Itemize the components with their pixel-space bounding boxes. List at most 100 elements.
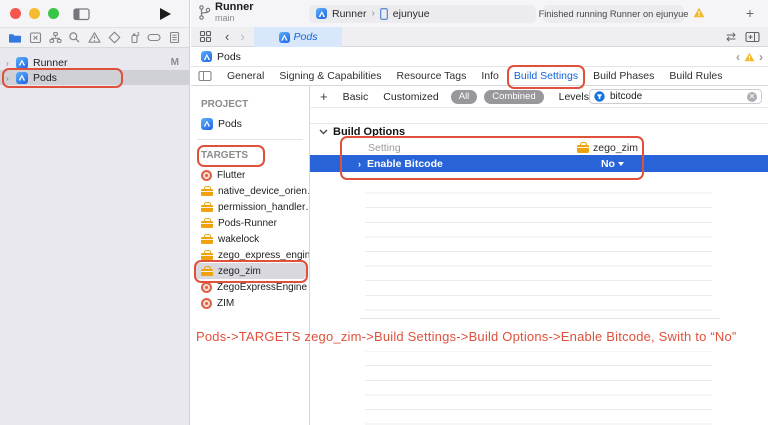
source-control-navigator-icon[interactable]	[29, 31, 42, 44]
add-setting-button[interactable]: +	[320, 89, 328, 104]
search-input[interactable]: bitcode	[610, 91, 747, 102]
target-label: zego_zim	[218, 266, 261, 277]
scheme-device-label[interactable]: ejunyue	[393, 8, 430, 20]
target-label: wakelock	[218, 234, 259, 245]
framework-icon	[201, 282, 212, 293]
test-navigator-icon[interactable]	[108, 31, 121, 44]
project-navigator-list: › Runner M › Pods	[0, 48, 189, 85]
add-editor-icon[interactable]	[745, 31, 760, 43]
chevron-down-icon[interactable]	[319, 129, 328, 135]
close-window-button[interactable]	[10, 8, 21, 19]
zoom-window-button[interactable]	[48, 8, 59, 19]
target-row-flutter[interactable]: Flutter	[191, 167, 309, 183]
target-row-zego-express-engine[interactable]: zego_express_engine	[191, 247, 309, 263]
activity-status: Finished running Runner on ejunyue	[543, 5, 684, 23]
toolbox-icon	[201, 237, 213, 245]
minimize-window-button[interactable]	[29, 8, 40, 19]
next-issue-button[interactable]: ›	[759, 50, 763, 64]
setting-name: Enable Bitcode	[367, 158, 443, 170]
target-label: ZegoExpressEngine	[217, 282, 307, 293]
target-row-pods-runner[interactable]: Pods-Runner	[191, 215, 309, 231]
setting-row-enable-bitcode[interactable]: › Enable Bitcode No	[310, 155, 768, 172]
settings-column-header: Setting zego_zim	[310, 140, 768, 155]
filter-customized[interactable]: Customized	[383, 91, 438, 103]
filter-all[interactable]: All	[451, 90, 478, 104]
tab-signing-capabilities[interactable]: Signing & Capabilities	[279, 70, 381, 82]
tab-label: Build Settings	[514, 70, 578, 82]
tab-app-icon	[279, 32, 290, 43]
source-control-status-badge: M	[171, 57, 179, 68]
go-forward-button[interactable]: ›	[240, 30, 244, 43]
filter-combined[interactable]: Combined	[484, 90, 543, 104]
clear-search-icon[interactable]: ✕	[747, 92, 757, 102]
tab-build-settings[interactable]: Build Settings	[514, 70, 578, 82]
warning-icon[interactable]	[693, 7, 705, 18]
navigator-row-label: Runner	[33, 57, 67, 69]
search-filter-icon[interactable]	[594, 91, 605, 102]
adjust-editor-options-icon[interactable]: ⇄	[726, 30, 736, 44]
target-row-zim[interactable]: ZIM	[191, 295, 309, 311]
scheme-app-icon	[316, 8, 327, 19]
project-targets-pane: PROJECT Pods TARGETS Flutter native_devi…	[191, 86, 310, 425]
targets-header-label: TARGETS	[201, 150, 248, 161]
warning-icon[interactable]	[744, 52, 755, 62]
breakpoint-navigator-icon[interactable]	[147, 31, 161, 44]
symbol-navigator-icon[interactable]	[49, 31, 62, 44]
filter-levels[interactable]: Levels	[559, 91, 589, 103]
settings-tab-strip: General Signing & Capabilities Resource …	[191, 67, 768, 86]
branch-indicator[interactable]: Runner main	[198, 2, 254, 23]
run-button[interactable]	[160, 8, 171, 20]
navigator-row-runner[interactable]: › Runner M	[0, 55, 189, 70]
toolbox-icon	[201, 189, 213, 197]
toolbar-branch-name: main	[215, 14, 254, 23]
empty-settings-rows	[310, 172, 768, 318]
target-row-wakelock[interactable]: wakelock	[191, 231, 309, 247]
tab-label: Pods	[294, 31, 318, 43]
breadcrumb[interactable]: Pods	[217, 51, 241, 63]
find-navigator-icon[interactable]	[68, 31, 81, 44]
settings-table: Setting zego_zim › Enable Bitcode No	[310, 140, 768, 172]
disclosure-chevron-icon[interactable]: ›	[6, 58, 16, 68]
toggle-navigator-icon[interactable]	[73, 7, 90, 21]
project-header: PROJECT	[201, 99, 248, 110]
setting-value-popup[interactable]: No	[601, 158, 624, 170]
project-navigator-icon[interactable]	[8, 31, 22, 44]
target-label: Flutter	[217, 170, 245, 181]
jump-bar: Pods ‹ ›	[191, 47, 768, 67]
build-options-section-header[interactable]: Build Options	[310, 123, 768, 140]
project-row-pods[interactable]: Pods	[191, 116, 309, 131]
filter-basic[interactable]: Basic	[343, 91, 369, 103]
tab-resource-tags[interactable]: Resource Tags	[397, 70, 467, 82]
column-target[interactable]: zego_zim	[577, 142, 638, 154]
toolbox-icon	[201, 253, 213, 261]
tab-overview-icon[interactable]	[199, 30, 212, 43]
debug-navigator-icon[interactable]	[128, 31, 141, 44]
target-row-permission-handler[interactable]: permission_handler…	[191, 199, 309, 215]
issue-navigator-icon[interactable]	[88, 31, 101, 44]
go-back-button[interactable]: ‹	[225, 30, 229, 43]
search-field[interactable]: bitcode ✕	[589, 89, 762, 104]
add-button[interactable]: +	[746, 5, 754, 21]
target-row-native-device-orientation[interactable]: native_device_orien…	[191, 183, 309, 199]
target-row-zegoexpressengine[interactable]: ZegoExpressEngine	[191, 279, 309, 295]
scheme-target-label[interactable]: Runner	[332, 8, 366, 20]
disclosure-chevron-icon[interactable]: ›	[6, 73, 16, 83]
report-navigator-icon[interactable]	[168, 31, 181, 44]
hide-project-list-icon[interactable]	[198, 70, 212, 82]
target-row-zego-zim[interactable]: zego_zim	[194, 263, 306, 279]
navigator-row-label: Pods	[33, 72, 57, 84]
target-label: Pods-Runner	[218, 218, 277, 229]
target-label: ZIM	[217, 298, 234, 309]
tab-build-phases[interactable]: Build Phases	[593, 70, 654, 82]
previous-issue-button[interactable]: ‹	[736, 50, 740, 64]
scheme-selector[interactable]: Runner › ejunyue	[309, 5, 536, 23]
column-target-label: zego_zim	[593, 142, 638, 154]
tab-build-rules[interactable]: Build Rules	[669, 70, 722, 82]
target-label: native_device_orien…	[218, 186, 309, 197]
tab-general[interactable]: General	[227, 70, 264, 82]
disclosure-chevron-icon[interactable]: ›	[358, 159, 361, 169]
navigator-row-pods[interactable]: › Pods	[0, 70, 189, 85]
tab-info[interactable]: Info	[481, 70, 499, 82]
navigator-panel: › Runner M › Pods	[0, 0, 190, 425]
tab-pods[interactable]: Pods	[254, 27, 342, 47]
